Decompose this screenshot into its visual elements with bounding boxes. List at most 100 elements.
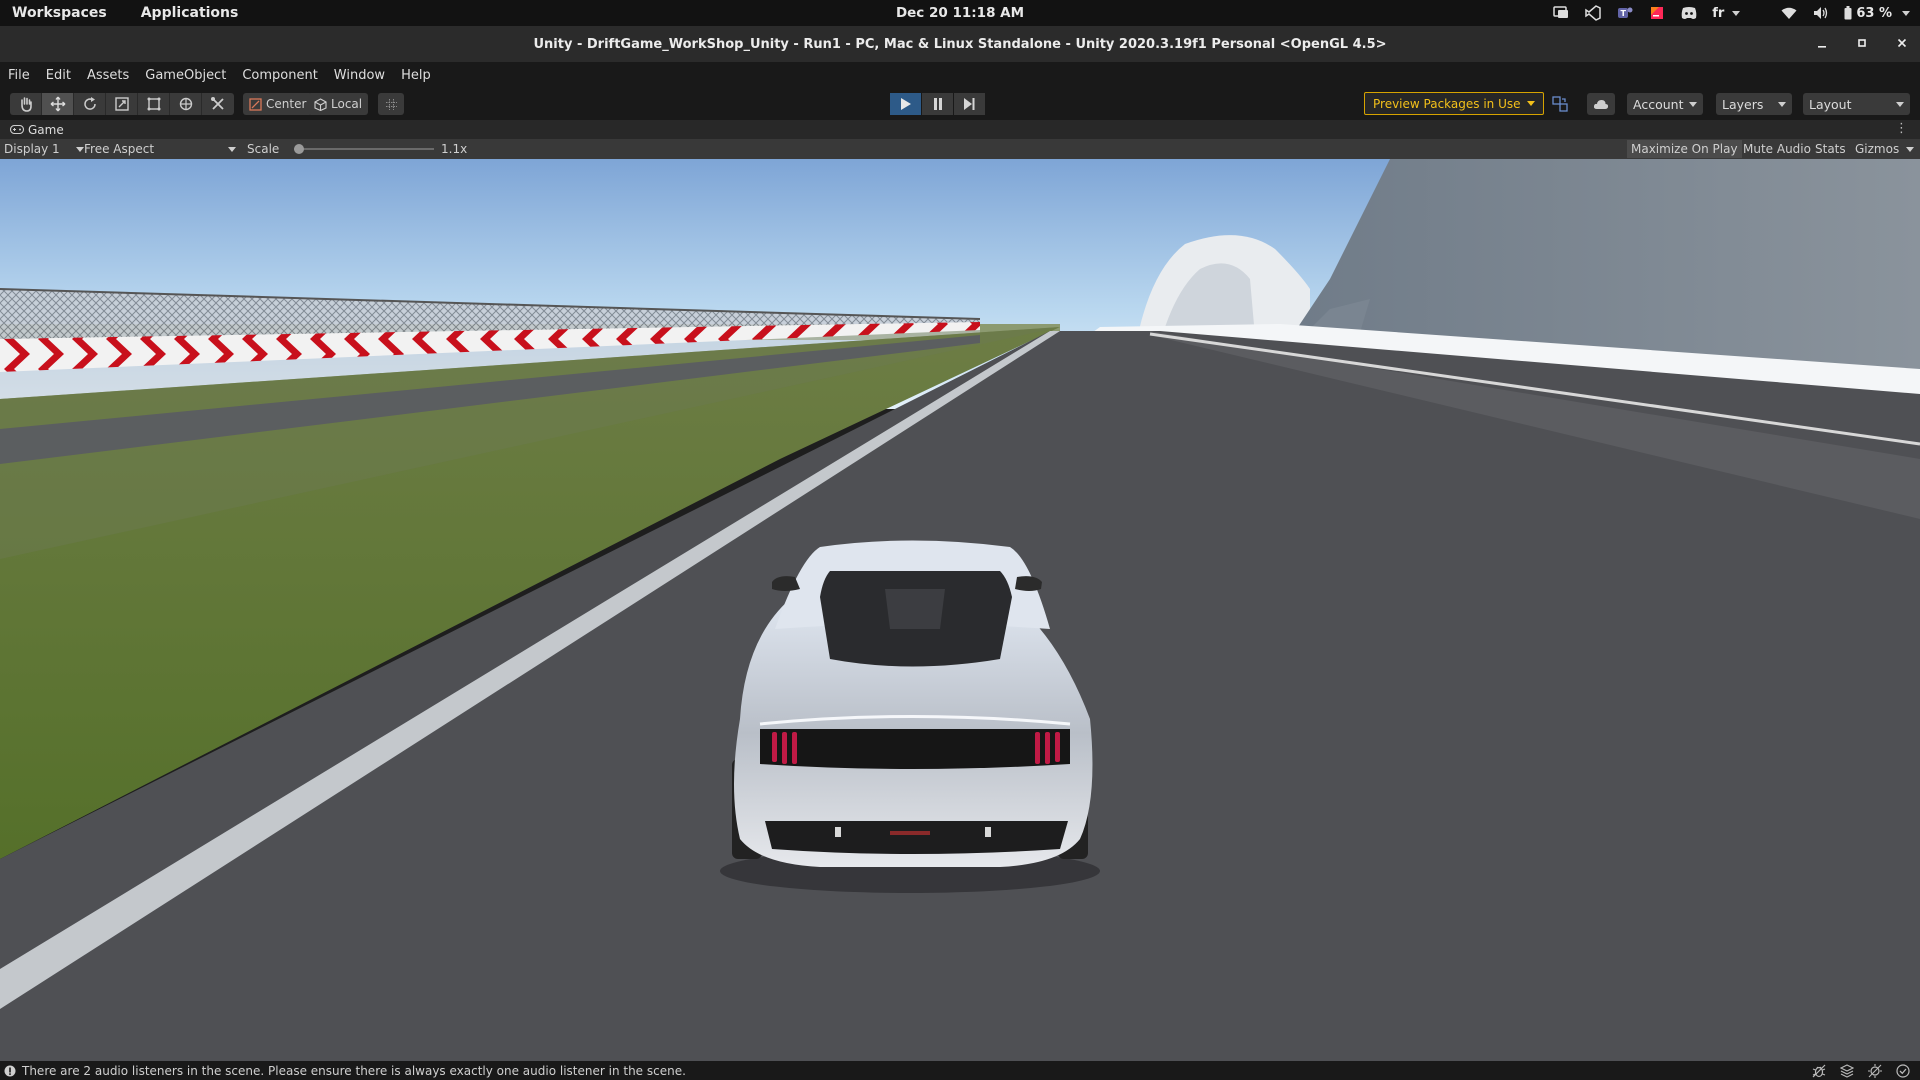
custom-tool-icon[interactable] — [202, 93, 234, 115]
move-tool-icon[interactable] — [42, 93, 74, 115]
layout-dropdown[interactable]: Layout — [1803, 93, 1910, 115]
keyboard-layout-label: fr — [1712, 5, 1725, 21]
pause-button[interactable] — [922, 93, 953, 115]
more-options-icon[interactable]: ⋮ — [1895, 121, 1908, 136]
stats-toggle[interactable]: Stats — [1811, 140, 1850, 158]
chevron-down-icon — [1689, 101, 1697, 107]
step-button[interactable] — [954, 93, 985, 115]
mute-audio-toggle[interactable]: Mute Audio — [1739, 140, 1815, 158]
display-label: Display 1 — [4, 142, 60, 156]
check-circle-icon[interactable] — [1896, 1063, 1910, 1078]
close-icon[interactable] — [1894, 37, 1910, 52]
battery-indicator[interactable]: 63 % — [1844, 6, 1910, 21]
scale-slider-handle[interactable] — [294, 144, 304, 154]
game-viewport[interactable] — [0, 159, 1920, 1061]
account-dropdown[interactable]: Account — [1627, 93, 1703, 115]
grid-icon — [385, 98, 397, 110]
volume-icon[interactable] — [1812, 5, 1830, 21]
game-scene — [0, 159, 1920, 1061]
pivot-local-toggle[interactable]: Local — [308, 93, 369, 115]
menu-help[interactable]: Help — [401, 68, 431, 83]
lighting-icon[interactable] — [1868, 1063, 1882, 1078]
tab-game-label: Game — [28, 122, 64, 137]
player-car — [732, 540, 1093, 867]
tab-game[interactable]: Game — [0, 120, 74, 139]
gizmos-dropdown-icon[interactable] — [1906, 147, 1914, 152]
menu-edit[interactable]: Edit — [46, 68, 71, 83]
info-icon — [4, 1065, 16, 1076]
scale-slider[interactable] — [294, 148, 434, 150]
gamepad-icon — [10, 125, 24, 134]
scale-tool-icon[interactable] — [106, 93, 138, 115]
layout-label: Layout — [1809, 96, 1852, 112]
battery-percentage: 63 % — [1856, 5, 1892, 21]
chevron-down-icon — [1902, 10, 1910, 16]
account-label: Account — [1633, 96, 1684, 112]
menu-assets[interactable]: Assets — [87, 68, 129, 83]
chevron-down-icon — [1526, 101, 1535, 106]
layers-stack-icon[interactable] — [1840, 1063, 1854, 1078]
pause-icon — [933, 98, 942, 110]
cloud-icon — [1593, 99, 1609, 109]
menu-gameobject[interactable]: GameObject — [145, 68, 226, 83]
game-tab-bar: Game ⋮ — [0, 120, 1920, 139]
clock[interactable]: Dec 20 11:18 AM — [896, 5, 1024, 21]
teams-icon[interactable]: T — [1616, 5, 1634, 21]
scale-value: 1.1x — [441, 142, 468, 156]
discord-icon[interactable] — [1680, 5, 1698, 21]
bug-icon[interactable] — [1812, 1064, 1826, 1078]
chevron-down-icon — [228, 146, 236, 152]
menu-component[interactable]: Component — [242, 68, 317, 83]
menu-file[interactable]: File — [8, 68, 30, 83]
hand-tool-icon[interactable] — [10, 93, 42, 115]
menu-window[interactable]: Window — [334, 68, 385, 83]
preview-packages-label: Preview Packages in Use — [1373, 96, 1521, 111]
rotate-tool-icon[interactable] — [74, 93, 106, 115]
status-message: There are 2 audio listeners in the scene… — [22, 1063, 686, 1078]
pivot-center-toggle[interactable]: Center — [243, 93, 313, 115]
screen-share-icon[interactable] — [1552, 5, 1570, 21]
chevron-down-icon — [75, 146, 84, 152]
pivot-center-icon — [249, 97, 262, 111]
transform-tool-icon[interactable] — [170, 93, 202, 115]
battery-icon — [1844, 6, 1852, 20]
collab-icon — [1552, 96, 1568, 112]
play-icon — [901, 98, 911, 110]
status-bar[interactable]: There are 2 audio listeners in the scene… — [0, 1061, 1920, 1080]
aspect-dropdown[interactable]: Free Aspect — [84, 139, 236, 159]
layers-label: Layers — [1722, 96, 1764, 112]
maximize-on-play-toggle[interactable]: Maximize On Play — [1627, 140, 1742, 158]
collab-button[interactable] — [1546, 93, 1574, 115]
grid-snap-button[interactable] — [378, 93, 404, 115]
jetbrains-icon[interactable] — [1648, 5, 1666, 21]
layers-dropdown[interactable]: Layers — [1716, 93, 1792, 115]
gizmos-label: Gizmos — [1855, 142, 1900, 156]
play-controls — [890, 93, 985, 115]
applications-button[interactable]: Applications — [141, 5, 239, 21]
scale-label: Scale — [247, 142, 280, 156]
transform-tools — [10, 93, 234, 115]
main-toolbar: Center Local Preview Packages in Use Acc… — [0, 88, 1920, 120]
cloud-button[interactable] — [1587, 93, 1615, 115]
chevron-down-icon — [1896, 101, 1904, 107]
window-title-bar[interactable]: Unity - DriftGame_WorkShop_Unity - Run1 … — [0, 26, 1920, 62]
workspaces-button[interactable]: Workspaces — [12, 5, 107, 21]
aspect-label: Free Aspect — [84, 142, 155, 156]
system-tray: T fr 63 % — [1552, 0, 1910, 26]
pivot-local-label: Local — [331, 97, 363, 111]
preview-packages-dropdown[interactable]: Preview Packages in Use — [1364, 92, 1544, 115]
maximize-icon[interactable] — [1854, 37, 1870, 52]
vscode-icon[interactable] — [1584, 5, 1602, 21]
system-top-bar: Workspaces Applications Dec 20 11:18 AM … — [0, 0, 1920, 26]
display-dropdown[interactable]: Display 1 — [4, 139, 84, 159]
play-button[interactable] — [890, 93, 921, 115]
keyboard-layout[interactable]: fr — [1712, 5, 1741, 21]
gizmos-toggle[interactable]: Gizmos — [1851, 140, 1903, 158]
wifi-icon[interactable] — [1780, 5, 1798, 21]
window-title: Unity - DriftGame_WorkShop_Unity - Run1 … — [533, 36, 1387, 52]
minimize-icon[interactable] — [1814, 37, 1830, 52]
rect-tool-icon[interactable] — [138, 93, 170, 115]
pivot-center-label: Center — [266, 97, 307, 111]
svg-text:T: T — [1621, 9, 1627, 18]
menu-bar: File Edit Assets GameObject Component Wi… — [0, 62, 1920, 88]
